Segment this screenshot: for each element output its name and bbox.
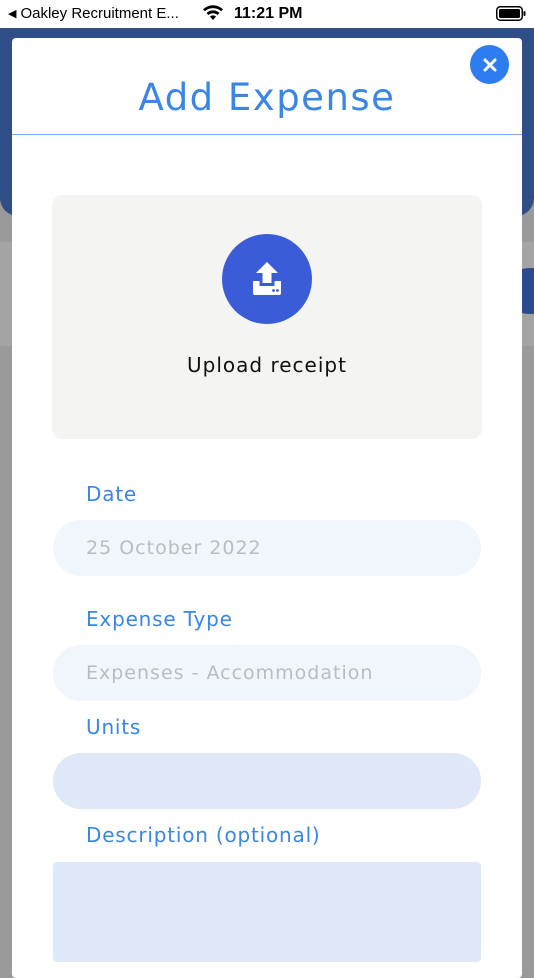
- date-value: 25 October 2022: [86, 537, 262, 559]
- expense-type-value: Expenses - Accommodation: [86, 662, 374, 684]
- back-app-label: Oakley Recruitment E...: [20, 5, 179, 22]
- units-label: Units: [86, 715, 142, 739]
- date-field[interactable]: 25 October 2022: [53, 520, 481, 576]
- back-to-app[interactable]: ◀ Oakley Recruitment E...: [8, 5, 179, 22]
- back-arrow-icon: ◀: [8, 8, 17, 20]
- expense-type-label: Expense Type: [86, 607, 233, 631]
- battery-icon: [496, 6, 526, 25]
- close-button[interactable]: [470, 45, 509, 84]
- modal-title: Add Expense: [138, 76, 396, 119]
- upload-receipt-area[interactable]: Upload receipt: [52, 195, 482, 439]
- units-input[interactable]: [53, 753, 481, 809]
- status-time: 11:21 PM: [234, 5, 303, 22]
- description-label: Description (optional): [86, 823, 321, 847]
- upload-button[interactable]: [222, 234, 312, 324]
- date-label: Date: [86, 482, 138, 506]
- add-expense-modal: Add Expense Upload receipt Date 25 Octob…: [12, 38, 522, 978]
- close-icon: [483, 58, 496, 71]
- description-input[interactable]: [53, 862, 481, 962]
- status-bar: ◀ Oakley Recruitment E... 11:21 PM: [0, 0, 534, 28]
- expense-type-field[interactable]: Expenses - Accommodation: [53, 645, 481, 701]
- upload-receipt-label: Upload receipt: [187, 353, 347, 377]
- title-divider: [12, 134, 522, 135]
- wifi-icon: [202, 5, 224, 25]
- upload-icon: [253, 262, 281, 295]
